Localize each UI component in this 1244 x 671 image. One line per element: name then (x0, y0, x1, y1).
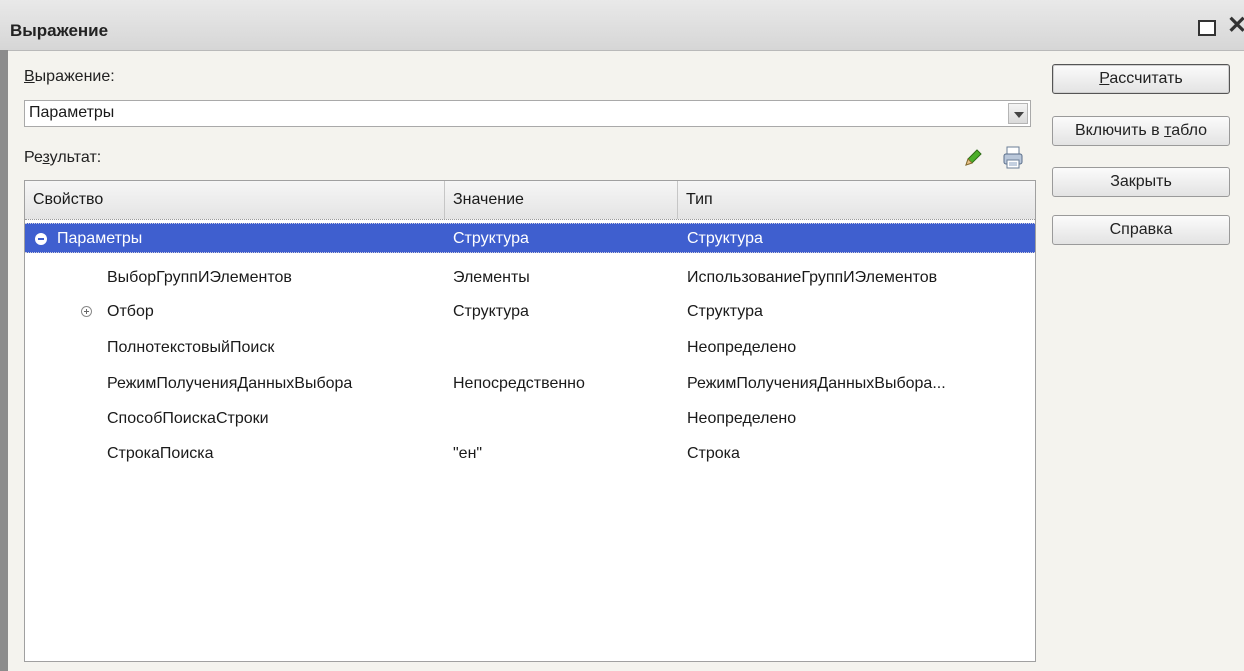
type-cell: РежимПолученияДанныхВыбора... (687, 375, 946, 392)
value-cell (453, 404, 678, 434)
value-cell: Элементы (453, 269, 530, 286)
table-row[interactable]: РежимПолученияДанныхВыбора Непосредствен… (25, 369, 1035, 399)
window-title: Выражение (10, 21, 109, 40)
type-cell: Строка (687, 445, 740, 462)
value-cell: "ен" (453, 445, 483, 462)
column-header-value[interactable]: Значение (445, 181, 678, 219)
expression-label: Выражение: (24, 68, 115, 85)
expression-input[interactable]: Параметры (29, 104, 114, 122)
window-left-border (0, 50, 8, 671)
property-cell: ПолнотекстовыйПоиск (107, 339, 275, 356)
table-row[interactable]: ПолнотекстовыйПоиск Неопределено (25, 333, 1035, 363)
type-cell: Неопределено (687, 410, 797, 427)
pencil-icon[interactable] (962, 147, 984, 169)
result-label: Результат: (24, 149, 102, 166)
property-cell: РежимПолученияДанныхВыбора (107, 375, 353, 392)
column-header-type[interactable]: Тип (678, 181, 1035, 219)
close-icon[interactable]: ✕ (1227, 14, 1244, 38)
value-cell (453, 333, 678, 363)
print-icon[interactable] (1002, 146, 1024, 170)
expression-window: Выражение ✕ Выражение: Параметры Результ… (0, 0, 1244, 671)
type-cell: Структура (687, 230, 763, 247)
include-in-board-button[interactable]: Включить в табло (1052, 116, 1230, 146)
property-cell: СпособПоискаСтроки (107, 410, 269, 427)
property-cell: Параметры (57, 230, 143, 247)
value-cell: Непосредственно (453, 375, 585, 392)
table-row[interactable]: Отбор Структура Структура (25, 297, 1035, 327)
column-header-property[interactable]: Свойство (25, 181, 445, 219)
maximize-icon[interactable] (1198, 20, 1216, 36)
type-cell: Неопределено (687, 339, 797, 356)
type-cell: Структура (687, 303, 763, 320)
value-cell: Структура (453, 303, 529, 320)
table-row[interactable]: СпособПоискаСтроки Неопределено (25, 404, 1035, 434)
calculate-button[interactable]: Рассчитать (1052, 64, 1230, 94)
property-cell: Отбор (107, 303, 154, 320)
result-table[interactable]: Свойство Значение Тип Параметры Структур… (24, 180, 1036, 662)
table-row[interactable]: СтрокаПоиска "ен" Строка (25, 439, 1035, 469)
property-cell: ВыборГруппИЭлементов (107, 269, 292, 286)
property-cell: СтрокаПоиска (107, 445, 214, 462)
table-row[interactable]: ВыборГруппИЭлементов Элементы Использова… (25, 263, 1035, 293)
help-button[interactable]: Справка (1052, 215, 1230, 245)
close-button[interactable]: Закрыть (1052, 167, 1230, 197)
value-cell: Структура (453, 230, 529, 247)
table-row[interactable]: Параметры Структура Структура (25, 223, 1035, 253)
table-header: Свойство Значение Тип (25, 181, 1035, 220)
chevron-down-icon[interactable] (1008, 103, 1028, 124)
type-cell: ИспользованиеГруппИЭлементов (687, 269, 938, 286)
title-bar: Выражение ✕ (0, 0, 1244, 51)
expression-combobox[interactable]: Параметры (24, 100, 1031, 127)
